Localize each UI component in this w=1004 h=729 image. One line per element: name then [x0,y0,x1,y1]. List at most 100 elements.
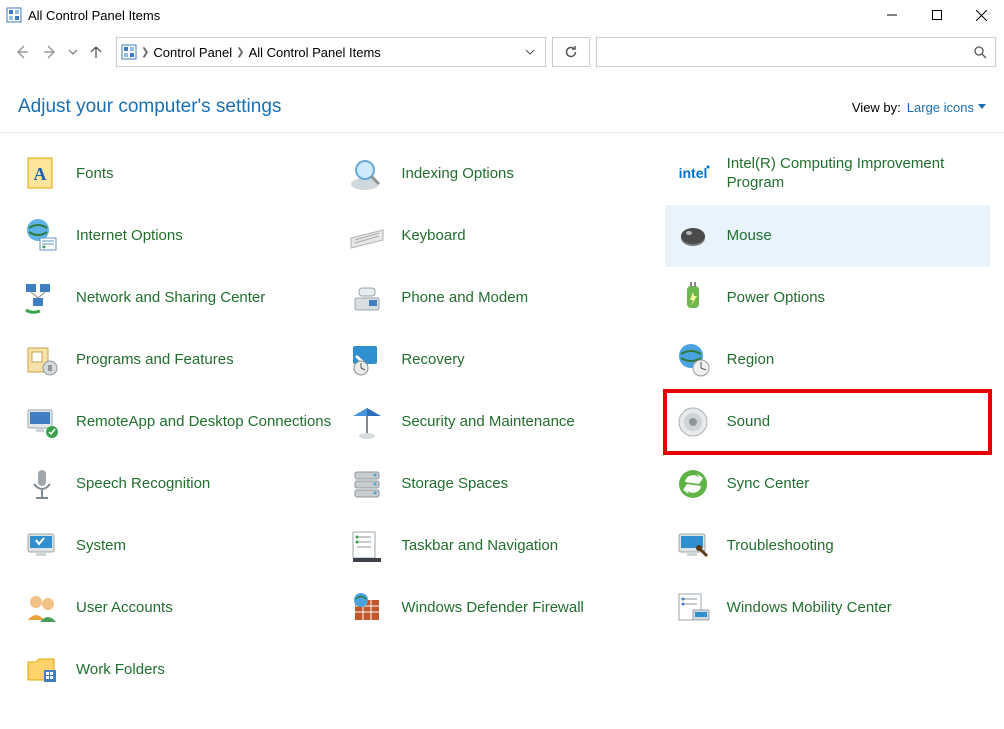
item-programs-features[interactable]: Programs and Features [14,329,339,391]
item-sound[interactable]: Sound [665,391,990,453]
item-windows-defender-firewall[interactable]: Windows Defender Firewall [339,577,664,639]
item-label: Indexing Options [401,165,514,184]
refresh-button[interactable] [552,37,590,67]
item-label: Power Options [727,289,825,308]
fonts-icon: A [22,154,62,194]
view-by: View by: Large icons [852,100,986,115]
item-remoteapp[interactable]: RemoteApp and Desktop Connections [14,391,339,453]
mouse-icon [673,216,713,256]
item-storage-spaces[interactable]: Storage Spaces [339,453,664,515]
item-label: Storage Spaces [401,475,508,494]
back-button[interactable] [12,42,32,62]
recent-dropdown[interactable] [68,47,80,57]
minimize-button[interactable] [869,0,914,30]
item-taskbar-navigation[interactable]: Taskbar and Navigation [339,515,664,577]
item-label: User Accounts [76,599,173,618]
item-power-options[interactable]: Power Options [665,267,990,329]
breadcrumb-control-panel[interactable]: Control Panel [153,45,232,60]
item-label: Recovery [401,351,464,370]
item-label: Sound [727,413,770,432]
region-icon [673,340,713,380]
item-speech-recognition[interactable]: Speech Recognition [14,453,339,515]
item-phone-modem[interactable]: Phone and Modem [339,267,664,329]
window-controls [869,0,1004,30]
svg-text:intel: intel [678,165,707,181]
item-windows-mobility-center[interactable]: Windows Mobility Center [665,577,990,639]
firewall-icon [347,588,387,628]
item-label: Work Folders [76,661,165,680]
taskbar-icon [347,526,387,566]
speech-icon [22,464,62,504]
address-dropdown[interactable] [519,47,541,57]
search-icon[interactable] [973,45,987,59]
item-region[interactable]: Region [665,329,990,391]
item-fonts[interactable]: A Fonts [14,143,339,205]
item-troubleshooting[interactable]: Troubleshooting [665,515,990,577]
item-sync-center[interactable]: Sync Center [665,453,990,515]
control-panel-icon [6,7,22,23]
item-recovery[interactable]: Recovery [339,329,664,391]
view-by-label: View by: [852,100,901,115]
security-icon [347,402,387,442]
item-intel[interactable]: intel Intel(R) Computing Improvement Pro… [665,143,990,205]
search-box[interactable] [596,37,996,67]
close-button[interactable] [959,0,1004,30]
internet-options-icon [22,216,62,256]
power-icon [673,278,713,318]
item-system[interactable]: System [14,515,339,577]
header-row: Adjust your computer's settings View by:… [0,74,1004,132]
control-panel-mini-icon [121,44,137,60]
item-label: Speech Recognition [76,475,210,494]
chevron-right-icon[interactable]: ❯ [141,47,149,58]
sync-icon [673,464,713,504]
item-label: System [76,537,126,556]
item-label: Programs and Features [76,351,234,370]
up-button[interactable] [88,44,106,60]
chevron-right-icon[interactable]: ❯ [236,47,244,58]
search-input[interactable] [605,44,973,61]
item-label: Region [727,351,775,370]
svg-text:A: A [34,164,47,184]
item-indexing-options[interactable]: Indexing Options [339,143,664,205]
maximize-button[interactable] [914,0,959,30]
storage-icon [347,464,387,504]
item-label: Fonts [76,165,114,184]
item-work-folders[interactable]: Work Folders [14,639,339,701]
mobility-icon [673,588,713,628]
items-grid: A Fonts Indexing Options intel Intel(R) … [0,133,1004,711]
item-label: Intel(R) Computing Improvement Program [727,155,982,193]
intel-icon: intel [673,154,713,194]
phone-modem-icon [347,278,387,318]
network-icon [22,278,62,318]
nav-arrows [8,42,110,62]
programs-icon [22,340,62,380]
item-user-accounts[interactable]: User Accounts [14,577,339,639]
item-label: Windows Mobility Center [727,599,892,618]
item-label: Internet Options [76,227,183,246]
item-label: RemoteApp and Desktop Connections [76,413,331,432]
item-label: Windows Defender Firewall [401,599,584,618]
titlebar: All Control Panel Items [0,0,1004,30]
forward-button[interactable] [40,42,60,62]
item-internet-options[interactable]: Internet Options [14,205,339,267]
page-title: Adjust your computer's settings [18,96,281,118]
address-bar[interactable]: ❯ Control Panel ❯ All Control Panel Item… [116,37,546,67]
breadcrumb-all-items[interactable]: All Control Panel Items [249,45,381,60]
item-label: Mouse [727,227,772,246]
remoteapp-icon [22,402,62,442]
item-mouse[interactable]: Mouse [665,205,990,267]
work-folders-icon [22,650,62,690]
item-security-maintenance[interactable]: Security and Maintenance [339,391,664,453]
item-network-sharing[interactable]: Network and Sharing Center [14,267,339,329]
recovery-icon [347,340,387,380]
view-by-dropdown[interactable]: Large icons [907,100,986,115]
item-label: Troubleshooting [727,537,834,556]
item-label: Sync Center [727,475,810,494]
window-title: All Control Panel Items [28,8,160,23]
system-icon [22,526,62,566]
view-by-value: Large icons [907,100,974,115]
item-keyboard[interactable]: Keyboard [339,205,664,267]
item-label: Network and Sharing Center [76,289,265,308]
chevron-down-icon [978,104,986,110]
sound-icon [673,402,713,442]
